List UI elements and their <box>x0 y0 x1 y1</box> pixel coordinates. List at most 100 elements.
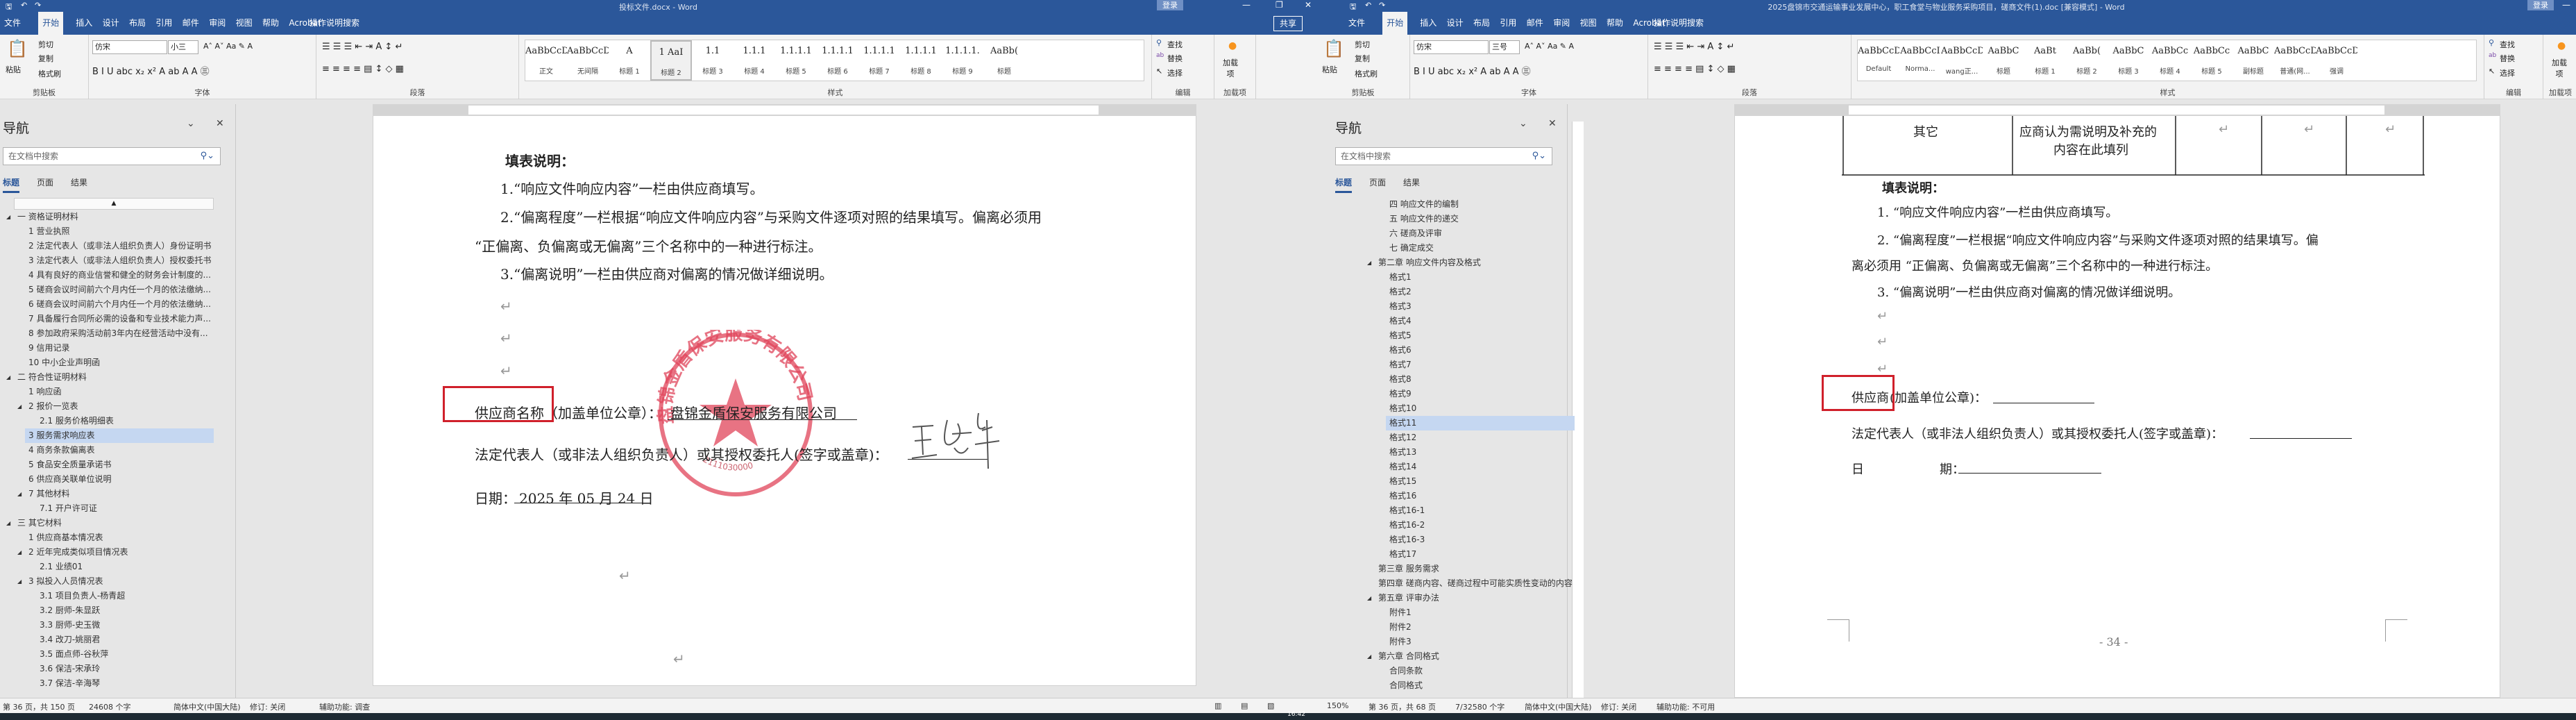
nav-heading-item[interactable]: 格式9 <box>1389 387 1412 401</box>
login-button[interactable]: 登录 <box>1157 0 1183 10</box>
nav-options-chevron-icon[interactable]: ⌄ <box>187 118 195 129</box>
font-size-grow-icon[interactable]: A˄ A˅ Aa ✎ A <box>203 42 253 51</box>
style-10[interactable]: 1.1.1.1. 标题 9 <box>942 40 983 81</box>
login-button[interactable]: 登录 <box>2527 0 2554 10</box>
nav-heading-item[interactable]: 格式16-1 <box>1389 503 1425 518</box>
nav-heading-item[interactable]: 6 磋商会议时间前六个月内任一个月的依法缴纳... <box>28 297 211 312</box>
nav-heading-item[interactable]: 五 响应文件的递交 <box>1389 212 1459 226</box>
cut-button[interactable]: 剪切 <box>38 39 53 50</box>
font-format-icons[interactable]: B I U abc x₂ x² A ab A A ㊂ <box>92 64 210 77</box>
nav-heading-item[interactable]: 第四章 磋商内容、磋商过程中可能实质性变动的内容 <box>1378 576 1573 591</box>
style-3[interactable]: AaBbC 标题 <box>1983 40 2024 81</box>
nav-heading-item[interactable]: 3.4 改刀-姚丽君 <box>40 633 100 647</box>
nav-heading-item[interactable]: 10 中小企业声明函 <box>28 355 100 370</box>
nav-tab-0[interactable]: 标题 <box>1335 176 1353 193</box>
tab-1[interactable]: 开始 <box>1382 12 1408 35</box>
status-item-2[interactable]: 7/32580 个字 <box>1455 701 1505 712</box>
nav-heading-item[interactable]: 3 服务需求响应表 <box>25 428 214 443</box>
expand-triangle-icon[interactable]: ◢ <box>6 374 10 380</box>
minimize-icon[interactable]: — <box>2562 0 2570 10</box>
nav-heading-item[interactable]: 格式7 <box>1389 358 1412 372</box>
paste-button[interactable]: 粘贴 <box>1322 64 1337 75</box>
style-5[interactable]: AaBb(标题 2 <box>2066 40 2108 81</box>
style-1[interactable]: AaBbCcI Norma... <box>1899 40 1941 81</box>
expand-triangle-icon[interactable]: ◢ <box>6 520 10 526</box>
nav-heading-item[interactable]: 2 法定代表人（或非法人组织负责人）身份证明书 <box>28 239 211 253</box>
restore-icon[interactable]: ❐ <box>1276 0 1283 10</box>
nav-heading-item[interactable]: 1 供应商基本情况表 <box>28 530 103 545</box>
nav-heading-item[interactable]: 2 近年完成类似项目情况表 <box>28 545 128 560</box>
horizontal-ruler[interactable] <box>373 104 1196 116</box>
align-icons[interactable]: ≡ ≡ ≡ ≡ ▤ ↕ ◇ ▦ <box>1654 64 1736 74</box>
nav-heading-item[interactable]: 第五章 评审办法 <box>1378 591 1439 605</box>
tab-1[interactable]: 开始 <box>38 12 64 35</box>
expand-triangle-icon[interactable]: ◢ <box>1367 595 1371 601</box>
format-painter-button[interactable]: 格式刷 <box>1355 68 1378 79</box>
nav-close-icon[interactable]: ✕ <box>1548 118 1557 129</box>
tab-8[interactable]: 视图 <box>1576 12 1601 35</box>
replace-button[interactable]: 替换 <box>1167 53 1183 64</box>
addins-button[interactable]: 加载项 <box>1220 57 1241 79</box>
tab-2[interactable]: 插入 <box>1416 12 1441 35</box>
paste-button[interactable]: 粘贴 <box>6 64 21 75</box>
nav-heading-item[interactable]: 3.3 厨师-史玉微 <box>40 618 100 633</box>
nav-heading-item[interactable]: 2.1 服务价格明细表 <box>40 414 114 428</box>
status-item-0[interactable]: 150% <box>1327 701 1348 710</box>
nav-heading-item[interactable]: 四 响应文件的编制 <box>1389 197 1459 212</box>
nav-heading-item[interactable]: 7 其他材料 <box>28 487 69 501</box>
read-mode-icon[interactable]: ▥ <box>1214 701 1221 710</box>
nav-tab-1[interactable]: 页面 <box>1369 176 1386 188</box>
print-layout-icon[interactable]: ▤ <box>1241 701 1248 710</box>
nav-heading-item[interactable]: 3.5 面点师-谷秋萍 <box>40 647 108 662</box>
font-format-icons[interactable]: B I U abc x₂ x² A ab A A ㊂ <box>1414 64 1531 77</box>
status-item-4[interactable]: 修订: 关闭 <box>1601 701 1636 712</box>
style-9[interactable]: AaBbC 副标题 <box>2232 40 2274 81</box>
nav-heading-item[interactable]: 格式1 <box>1389 270 1412 285</box>
paste-icon[interactable]: 📋 <box>1323 39 1344 58</box>
nav-heading-item[interactable]: 3 拟投入人员情况表 <box>28 574 103 589</box>
nav-close-icon[interactable]: ✕ <box>216 118 224 129</box>
expand-triangle-icon[interactable]: ◢ <box>17 578 22 585</box>
nav-heading-item[interactable]: 7.1 开户许可证 <box>40 501 97 516</box>
cut-button[interactable]: 剪切 <box>1355 39 1370 50</box>
nav-heading-item[interactable]: 合同格式 <box>1389 678 1423 693</box>
style-11[interactable]: AaBb(标题 <box>983 40 1025 81</box>
font-size-select[interactable]: 三号 <box>1489 40 1520 54</box>
format-painter-button[interactable]: 格式刷 <box>38 68 61 79</box>
nav-heading-item[interactable]: 格式17 <box>1389 547 1416 562</box>
nav-heading-item[interactable]: 格式11 <box>1386 416 1575 430</box>
find-button[interactable]: 查找 <box>2500 39 2515 50</box>
style-8[interactable]: AaBbCc 标题 5 <box>2191 40 2232 81</box>
font-name-select[interactable]: 仿宋 <box>1414 40 1489 54</box>
nav-heading-item[interactable]: 格式10 <box>1389 401 1416 416</box>
expand-triangle-icon[interactable]: ◢ <box>6 214 10 220</box>
close-icon[interactable]: ✕ <box>1305 0 1312 10</box>
nav-heading-item[interactable]: 第三章 服务需求 <box>1378 562 1439 576</box>
tab-2[interactable]: 插入 <box>71 12 96 35</box>
nav-tab-2[interactable]: 结果 <box>71 176 87 188</box>
expand-triangle-icon[interactable]: ◢ <box>17 549 22 555</box>
nav-heading-item[interactable]: 附件2 <box>1389 620 1412 635</box>
style-3[interactable]: 1 AaI 标题 2 <box>650 40 692 81</box>
tab-9[interactable]: 帮助 <box>258 12 283 35</box>
font-name-select[interactable]: 仿宋 <box>92 40 167 54</box>
nav-heading-item[interactable]: 合同条款 <box>1389 664 1423 678</box>
tab-0[interactable]: 文件 <box>1344 12 1369 35</box>
select-button[interactable]: 选择 <box>1167 67 1183 78</box>
style-0[interactable]: AaBbCcDd 正文 <box>525 40 567 81</box>
style-10[interactable]: AaBbCcD 普通(网... <box>2274 40 2316 81</box>
expand-triangle-icon[interactable]: ◢ <box>1367 653 1371 660</box>
nav-heading-item[interactable]: 2 报价一览表 <box>28 399 78 414</box>
nav-heading-item[interactable]: 格式12 <box>1389 430 1416 445</box>
nav-heading-item[interactable]: 7 具备履行合同所必需的设备和专业技术能力声... <box>28 312 211 326</box>
style-6[interactable]: AaBbC 标题 3 <box>2108 40 2149 81</box>
nav-heading-item[interactable]: 3.6 保洁-宋承玲 <box>40 662 100 676</box>
status-item-1[interactable]: 24608 个字 <box>89 701 131 712</box>
nav-heading-item[interactable]: 3.2 厨师-朱显跃 <box>40 603 100 618</box>
nav-heading-item[interactable]: 六 磋商及评审 <box>1389 226 1442 241</box>
style-0[interactable]: AaBbCcDc Default <box>1858 40 1899 81</box>
style-11[interactable]: AaBbCcDd 强调 <box>2316 40 2357 81</box>
status-item-0[interactable]: 第 36 页，共 150 页 <box>3 701 75 712</box>
nav-heading-item[interactable]: 5 食品安全质量承诺书 <box>28 458 111 472</box>
addins-button[interactable]: 加载项 <box>2549 57 2570 79</box>
